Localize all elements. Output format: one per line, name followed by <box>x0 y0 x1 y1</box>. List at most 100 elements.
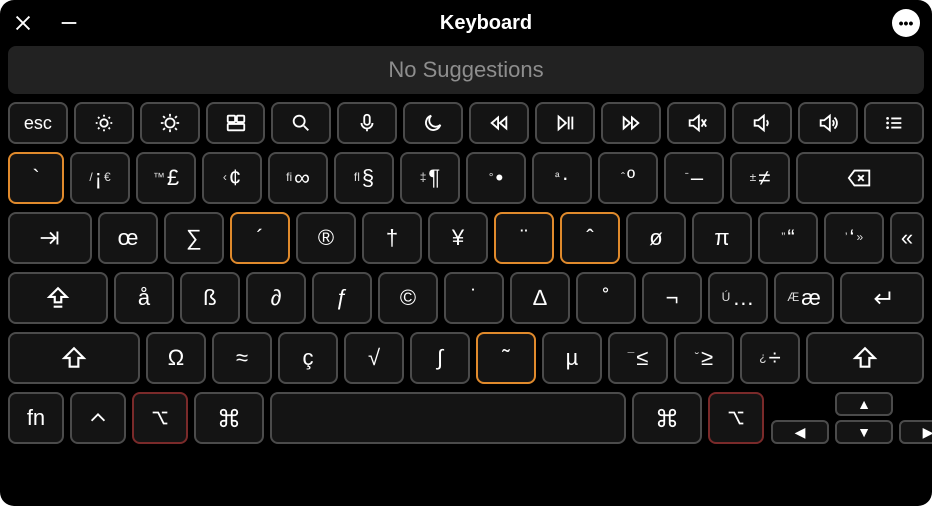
key-backslash[interactable]: « <box>890 212 924 264</box>
volume-down-key[interactable] <box>732 102 792 144</box>
shift-right-key[interactable] <box>806 332 924 384</box>
key-x[interactable]: ≈ <box>212 332 272 384</box>
key-u[interactable]: ¨ <box>494 212 554 264</box>
brightness-down-key[interactable] <box>74 102 134 144</box>
key-y[interactable]: ¥ <box>428 212 488 264</box>
option-icon <box>725 407 747 429</box>
list-key[interactable] <box>864 102 924 144</box>
key-9[interactable]: ˆº <box>598 152 658 204</box>
key-8[interactable]: ª· <box>532 152 592 204</box>
arrow-right-key[interactable]: ▶ <box>899 420 932 444</box>
fast-forward-icon <box>620 112 642 134</box>
suggestions-bar[interactable]: No Suggestions <box>8 46 924 94</box>
return-key[interactable] <box>840 272 924 324</box>
command-icon <box>656 407 678 429</box>
play-pause-key[interactable] <box>535 102 595 144</box>
spotlight-key[interactable] <box>271 102 331 144</box>
more-button[interactable]: ••• <box>892 9 920 37</box>
key-2[interactable]: ™£ <box>136 152 196 204</box>
capslock-icon <box>45 285 71 311</box>
key-q[interactable]: œ <box>98 212 158 264</box>
key-h[interactable]: ˙ <box>444 272 504 324</box>
capslock-key[interactable] <box>8 272 108 324</box>
do-not-disturb-key[interactable] <box>403 102 463 144</box>
key-semicolon[interactable]: Ú… <box>708 272 768 324</box>
key-b[interactable]: ∫ <box>410 332 470 384</box>
key-m[interactable]: µ <box>542 332 602 384</box>
search-icon <box>290 112 312 134</box>
brightness-up-key[interactable] <box>140 102 200 144</box>
close-button[interactable] <box>12 12 34 34</box>
command-right-key[interactable] <box>632 392 702 444</box>
volume-up-icon <box>817 112 839 134</box>
keyboard-window: Keyboard ••• No Suggestions esc <box>0 0 932 506</box>
fast-forward-key[interactable] <box>601 102 661 144</box>
key-c[interactable]: ç <box>278 332 338 384</box>
command-left-key[interactable] <box>194 392 264 444</box>
key-leftbracket[interactable]: ”“ <box>758 212 818 264</box>
key-j[interactable]: ∆ <box>510 272 570 324</box>
key-slash[interactable]: ¿÷ <box>740 332 800 384</box>
key-i[interactable]: ˆ <box>560 212 620 264</box>
key-w[interactable]: ∑ <box>164 212 224 264</box>
key-n[interactable]: ˜ <box>476 332 536 384</box>
volume-down-icon <box>751 112 773 134</box>
key-o[interactable]: ø <box>626 212 686 264</box>
command-icon <box>218 407 240 429</box>
mute-key[interactable] <box>667 102 727 144</box>
key-5[interactable]: fl§ <box>334 152 394 204</box>
key-grave[interactable]: ` <box>8 152 64 204</box>
tab-key[interactable] <box>8 212 92 264</box>
control-icon <box>87 407 109 429</box>
key-r[interactable]: ® <box>296 212 356 264</box>
dictation-key[interactable] <box>337 102 397 144</box>
key-l[interactable]: ¬ <box>642 272 702 324</box>
minimize-button[interactable] <box>58 12 80 34</box>
key-6[interactable]: ‡¶ <box>400 152 460 204</box>
key-1[interactable]: /¡€ <box>70 152 130 204</box>
key-4[interactable]: fi∞ <box>268 152 328 204</box>
key-7[interactable]: °• <box>466 152 526 204</box>
key-3[interactable]: ‹¢ <box>202 152 262 204</box>
key-s[interactable]: ß <box>180 272 240 324</box>
key-0[interactable]: ˉ– <box>664 152 724 204</box>
arrow-up-key[interactable]: ▲ <box>835 392 893 416</box>
arrow-left-key[interactable]: ◀ <box>771 420 829 444</box>
space-key[interactable] <box>270 392 626 444</box>
key-p[interactable]: π <box>692 212 752 264</box>
escape-key[interactable]: esc <box>8 102 68 144</box>
rewind-key[interactable] <box>469 102 529 144</box>
option-right-key[interactable] <box>708 392 764 444</box>
titlebar: Keyboard ••• <box>8 8 924 38</box>
key-minus[interactable]: ±≠ <box>730 152 790 204</box>
row-2: œ ∑ ´ ® † ¥ ¨ ˆ ø π ”“ ’‘» « <box>8 212 924 264</box>
delete-icon <box>847 165 873 191</box>
shift-left-key[interactable] <box>8 332 140 384</box>
option-icon <box>149 407 171 429</box>
option-left-key[interactable] <box>132 392 188 444</box>
rewind-icon <box>488 112 510 134</box>
key-t[interactable]: † <box>362 212 422 264</box>
key-e[interactable]: ´ <box>230 212 290 264</box>
key-z[interactable]: Ω <box>146 332 206 384</box>
key-g[interactable]: © <box>378 272 438 324</box>
suggestions-text: No Suggestions <box>388 57 543 83</box>
key-quote[interactable]: Ææ <box>774 272 834 324</box>
play-pause-icon <box>554 112 576 134</box>
mission-control-key[interactable] <box>206 102 266 144</box>
key-comma[interactable]: ¯≤ <box>608 332 668 384</box>
volume-up-key[interactable] <box>798 102 858 144</box>
key-period[interactable]: ˘≥ <box>674 332 734 384</box>
key-f[interactable]: ƒ <box>312 272 372 324</box>
delete-key[interactable] <box>796 152 924 204</box>
key-a[interactable]: å <box>114 272 174 324</box>
control-key[interactable] <box>70 392 126 444</box>
key-rightbracket[interactable]: ’‘» <box>824 212 884 264</box>
mute-icon <box>686 112 708 134</box>
key-k[interactable]: ˚ <box>576 272 636 324</box>
key-d[interactable]: ∂ <box>246 272 306 324</box>
arrow-down-key[interactable]: ▼ <box>835 420 893 444</box>
fn-key[interactable]: fn <box>8 392 64 444</box>
arrow-keys: ▲ ◀ ▼ ▶ <box>770 392 932 444</box>
key-v[interactable]: √ <box>344 332 404 384</box>
